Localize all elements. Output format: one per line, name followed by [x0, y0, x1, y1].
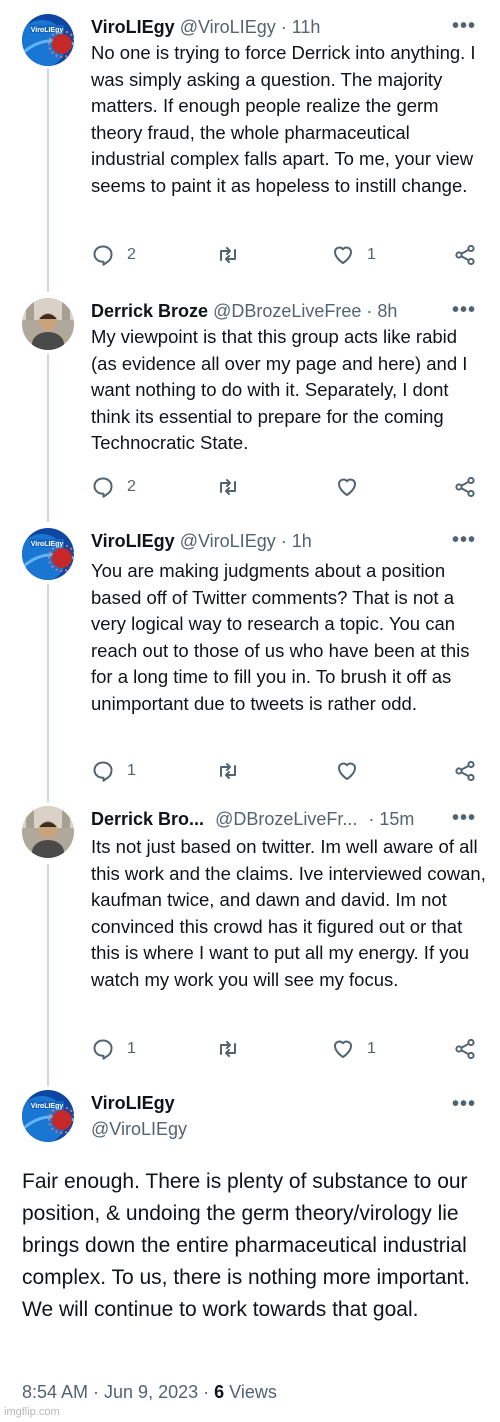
retweet-icon [220, 479, 236, 495]
tweet-meta: 8:54 AM · Jun 9, 2023 · 6 Views [22, 1380, 277, 1404]
tweet-actions: 2 [91, 474, 481, 500]
virology-logo-icon[interactable]: ViroLIEgy [22, 1090, 74, 1142]
thread-line [47, 354, 49, 522]
tweet-text: You are making judgments about a positio… [91, 560, 470, 714]
reply-icon [93, 245, 113, 266]
user-handle[interactable]: @ViroLIEgy [180, 17, 276, 37]
retweet-icon [220, 763, 236, 779]
heart-icon [334, 1040, 352, 1058]
virology-logo-icon[interactable]: ViroLIEgy [22, 528, 74, 580]
like-button[interactable]: 1 [331, 242, 376, 268]
tweet-header: ViroLIEgy @ViroLIEgy · 11h [91, 14, 460, 40]
share-button[interactable] [453, 474, 477, 500]
timestamp[interactable]: · 11h [281, 17, 321, 37]
display-name[interactable]: Derrick Bro... [91, 809, 204, 829]
share-icon [455, 476, 475, 498]
user-handle[interactable]: @DBrozeLiveFree [213, 301, 361, 321]
more-options-icon[interactable]: ••• [452, 16, 476, 36]
reply-button[interactable]: 1 [91, 758, 136, 784]
reply-icon [93, 1039, 113, 1060]
views-label: Views [229, 1382, 277, 1402]
retweet-icon [220, 1041, 236, 1057]
share-icon [455, 244, 475, 266]
more-options-icon[interactable]: ••• [452, 1094, 476, 1114]
like-count: 1 [367, 246, 376, 263]
like-count: 1 [367, 1040, 376, 1057]
more-options-icon[interactable]: ••• [452, 300, 476, 320]
like-button[interactable] [335, 474, 371, 500]
svg-text:ViroLIEgy: ViroLIEgy [31, 1103, 64, 1110]
reply-count: 1 [127, 762, 136, 779]
tweet-header: ViroLIEgy @ViroLIEgy · 1h [91, 528, 460, 554]
reply-button[interactable]: 1 [91, 1036, 136, 1062]
reply-button[interactable]: 2 [91, 242, 136, 268]
thread-line [47, 584, 49, 802]
timestamp[interactable]: · 8h [366, 301, 397, 321]
tweet-text: Its not just based on twitter. Im well a… [91, 836, 486, 990]
reply-count: 2 [127, 478, 136, 495]
heart-icon [338, 478, 356, 496]
tweet-actions: 2 1 [91, 242, 481, 268]
heart-icon [338, 762, 356, 780]
user-handle[interactable]: @DBrozeLiveFr... [215, 809, 357, 829]
watermark: imgflip.com [4, 1406, 60, 1418]
display-name[interactable]: ViroLIEgy [91, 531, 175, 551]
tweet-text: My viewpoint is that this group acts lik… [91, 326, 468, 453]
tweet-actions: 1 [91, 758, 481, 784]
reply-button[interactable]: 2 [91, 474, 136, 500]
reply-icon [93, 477, 113, 498]
like-button[interactable]: 1 [331, 1036, 376, 1062]
retweet-button[interactable] [216, 242, 252, 268]
main-tweet-text: Fair enough. There is plenty of substanc… [22, 1170, 470, 1321]
retweet-button[interactable] [216, 474, 252, 500]
timestamp[interactable]: · 1h [281, 531, 312, 551]
reply-icon [93, 761, 113, 782]
retweet-icon [220, 247, 236, 263]
reply-count: 2 [127, 246, 136, 263]
share-button[interactable] [453, 758, 477, 784]
post-timestamp[interactable]: 8:54 AM · Jun 9, 2023 · [22, 1382, 209, 1402]
timestamp[interactable]: · 15m [368, 809, 414, 829]
user-handle[interactable]: @ViroLIEgy [91, 1116, 187, 1142]
share-icon [455, 1038, 475, 1060]
virology-logo-icon[interactable]: ViroLIEgy [22, 14, 74, 66]
tweet-header: Derrick Bro... @DBrozeLiveFr... · 15m [91, 806, 454, 832]
retweet-button[interactable] [216, 758, 252, 784]
display-name[interactable]: ViroLIEgy [91, 1090, 187, 1116]
share-button[interactable] [453, 1036, 477, 1062]
display-name[interactable]: ViroLIEgy [91, 17, 175, 37]
retweet-button[interactable] [216, 1036, 252, 1062]
person-photo-icon[interactable] [22, 298, 74, 350]
svg-text:ViroLIEgy: ViroLIEgy [31, 541, 64, 548]
like-button[interactable] [335, 758, 371, 784]
main-tweet-author: ViroLIEgy @ViroLIEgy [91, 1090, 187, 1142]
svg-text:ViroLIEgy: ViroLIEgy [31, 27, 64, 34]
person-photo-icon[interactable] [22, 806, 74, 858]
views-count: 6 [214, 1382, 225, 1402]
reply-count: 1 [127, 1040, 136, 1057]
heart-icon [334, 246, 352, 264]
more-options-icon[interactable]: ••• [452, 530, 476, 550]
display-name[interactable]: Derrick Broze [91, 301, 208, 321]
user-handle[interactable]: @ViroLIEgy [180, 531, 276, 551]
thread-line [47, 68, 49, 292]
tweet-header: Derrick Broze @DBrozeLiveFree · 8h [91, 298, 460, 324]
more-options-icon[interactable]: ••• [452, 808, 476, 828]
share-button[interactable] [453, 242, 477, 268]
thread-line [47, 864, 49, 1086]
tweet-text: No one is trying to force Derrick into a… [91, 42, 476, 196]
tweet-actions: 1 1 [91, 1036, 481, 1062]
share-icon [455, 760, 475, 782]
